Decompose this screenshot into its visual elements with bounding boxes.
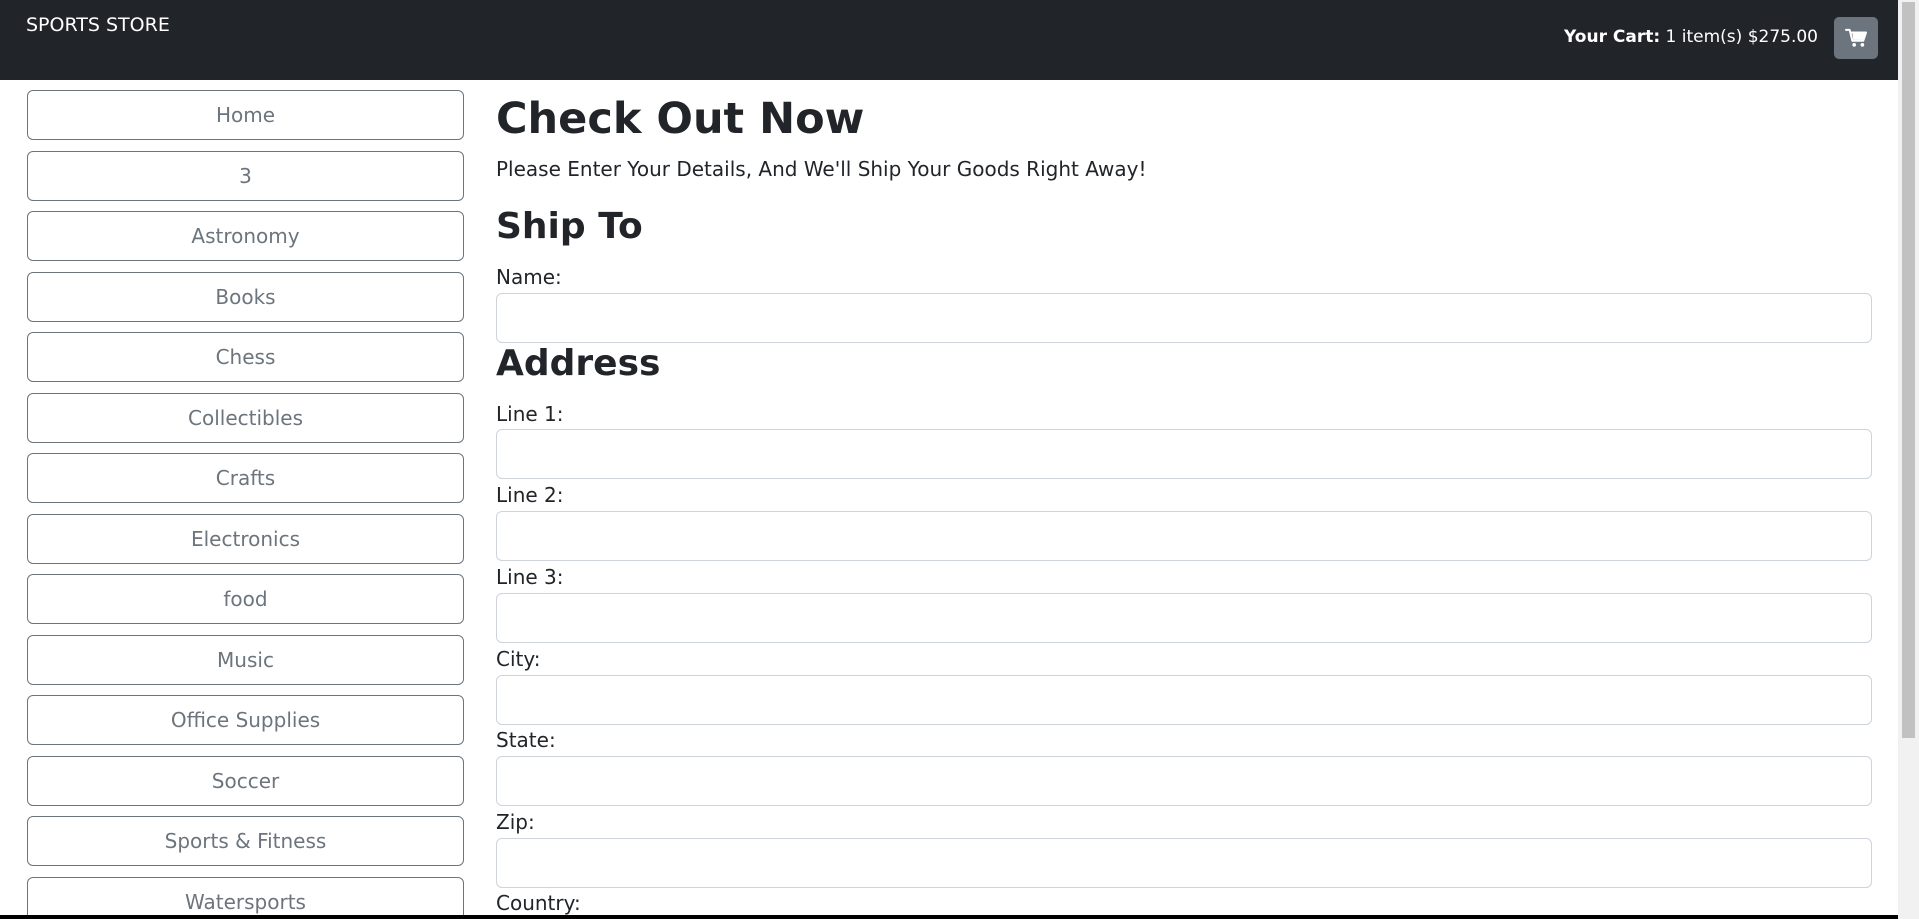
zip-label: Zip: [496,810,535,834]
category-button-watersports[interactable]: Watersports [27,876,464,915]
line2-label: Line 2: [496,483,564,507]
line1-label: Line 1: [496,402,564,426]
ship-to-heading: Ship To [496,206,643,247]
scrollbar-thumb[interactable] [1902,2,1915,738]
brand[interactable]: SPORTS STORE [26,12,170,38]
category-button-collectibles[interactable]: Collectibles [27,392,464,443]
line2-field[interactable] [496,511,1872,561]
zip-field[interactable] [496,838,1872,888]
name-field[interactable] [496,293,1872,343]
category-button-sports-fitness[interactable]: Sports & Fitness [27,816,464,866]
category-button-home[interactable]: Home [27,90,464,140]
category-button-chess[interactable]: Chess [27,332,464,382]
cart-label: Your Cart: [1564,27,1661,47]
state-label: State: [496,728,556,752]
address-heading: Address [496,343,661,384]
category-button-books[interactable]: Books [27,271,464,322]
line1-field[interactable] [496,429,1872,479]
country-label: Country: [496,891,581,915]
category-button-astronomy[interactable]: Astronomy [27,211,464,261]
shopping-cart-icon [1845,28,1867,47]
category-button-office-supplies[interactable]: Office Supplies [27,695,464,745]
category-button-soccer[interactable]: Soccer [27,755,464,806]
page: SPORTS STORE Your Cart: 1 item(s) $275.0… [0,0,1898,915]
page-title: Check Out Now [496,94,865,144]
cart-summary-text: 1 item(s) $275.00 [1665,27,1818,47]
name-label: Name: [496,265,562,289]
category-button-music[interactable]: Music [27,634,464,685]
category-button-crafts[interactable]: Crafts [27,453,464,503]
city-field[interactable] [496,675,1872,725]
navbar: SPORTS STORE Your Cart: 1 item(s) $275.0… [0,0,1898,80]
city-label: City: [496,647,541,671]
intro-text: Please Enter Your Details, And We'll Shi… [496,157,1147,181]
category-sidebar: Home 3 Astronomy Books Chess Collectible… [27,90,464,915]
cart-button[interactable] [1834,17,1878,59]
page-scrollbar[interactable] [1898,0,1919,919]
category-button-electronics[interactable]: Electronics [27,513,464,564]
category-button-food[interactable]: food [27,574,464,624]
state-field[interactable] [496,756,1872,806]
category-button-3[interactable]: 3 [27,150,464,201]
line3-label: Line 3: [496,565,564,589]
cart-summary: Your Cart: 1 item(s) $275.00 [1564,25,1818,49]
line3-field[interactable] [496,593,1872,643]
